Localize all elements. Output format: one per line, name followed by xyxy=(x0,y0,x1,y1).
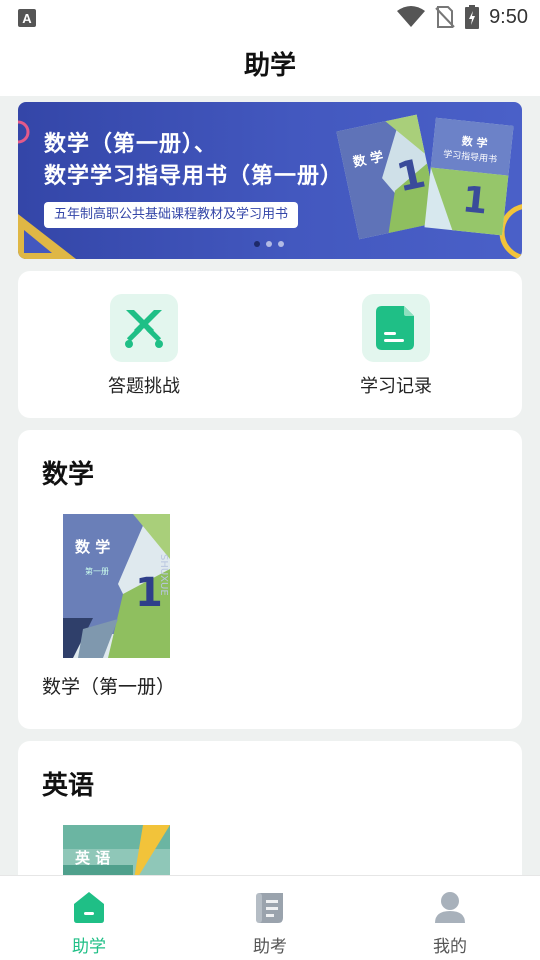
carousel-dot[interactable] xyxy=(266,241,272,247)
quick-action-label: 答题挑战 xyxy=(108,376,180,397)
crossed-swords-icon xyxy=(110,294,178,362)
nav-label: 助考 xyxy=(253,937,287,957)
app-header: 助学 xyxy=(0,36,540,96)
svg-text:1: 1 xyxy=(460,179,489,222)
notification-badge: A xyxy=(18,9,36,31)
banner-headline-1: 数学（第一册）、 xyxy=(44,132,218,157)
nav-tab-profile[interactable]: 我的 xyxy=(400,890,500,957)
subject-title: 数学 xyxy=(42,460,95,490)
document-icon xyxy=(362,294,430,362)
home-icon xyxy=(74,892,104,923)
svg-text:数 学: 数 学 xyxy=(461,134,488,151)
banner-tag: 五年制高职公共基础课程教材及学习用书 xyxy=(44,202,299,228)
bottom-navigation: 助学 助考 我的 xyxy=(0,875,540,960)
status-time: 9:50 xyxy=(489,5,528,28)
svg-text:A: A xyxy=(22,11,32,26)
carousel-dot[interactable] xyxy=(278,241,284,247)
svg-text:SHUXUE: SHUXUE xyxy=(158,554,169,596)
nav-tab-study[interactable]: 助学 xyxy=(39,890,139,957)
battery-charging-icon xyxy=(465,5,480,29)
scroll-icon xyxy=(256,893,283,923)
user-icon xyxy=(435,892,465,923)
book-cover-math[interactable]: 数 学 第一册 1 SHUXUE xyxy=(63,514,170,658)
page-title: 助学 xyxy=(243,51,296,81)
status-bar: A 9:50 xyxy=(0,0,540,36)
nav-tab-exam[interactable]: 助考 xyxy=(220,890,320,957)
subject-title: 英语 xyxy=(42,771,95,801)
svg-text:数 学: 数 学 xyxy=(75,538,110,556)
nav-label: 我的 xyxy=(433,937,467,957)
book-name[interactable]: 数学（第一册） xyxy=(42,672,175,699)
svg-text:第一册: 第一册 xyxy=(85,566,109,576)
svg-text:英 语: 英 语 xyxy=(75,849,110,867)
quiz-challenge-button[interactable]: 答题挑战 xyxy=(74,294,214,398)
app-notification-icon: A xyxy=(18,9,36,27)
carousel-dot[interactable] xyxy=(254,241,260,247)
wifi-icon xyxy=(397,6,426,27)
study-record-button[interactable]: 学习记录 xyxy=(326,294,466,398)
subject-card-math: 数学 数 学 第一册 1 SHUXUE 数学（第一册） xyxy=(18,430,522,729)
quick-action-label: 学习记录 xyxy=(360,376,432,397)
carousel-indicator xyxy=(254,241,284,247)
quick-actions-card: 答题挑战 学习记录 xyxy=(18,271,522,418)
nav-label: 助学 xyxy=(72,937,106,957)
no-sim-icon xyxy=(435,6,455,28)
banner-carousel[interactable]: 数 学 1 数 学 学习指导用书 1 数学（第一册）、 数学学习指导用书（第一册… xyxy=(18,102,522,259)
banner-headline-2: 数学学习指导用书（第一册） xyxy=(44,164,344,189)
